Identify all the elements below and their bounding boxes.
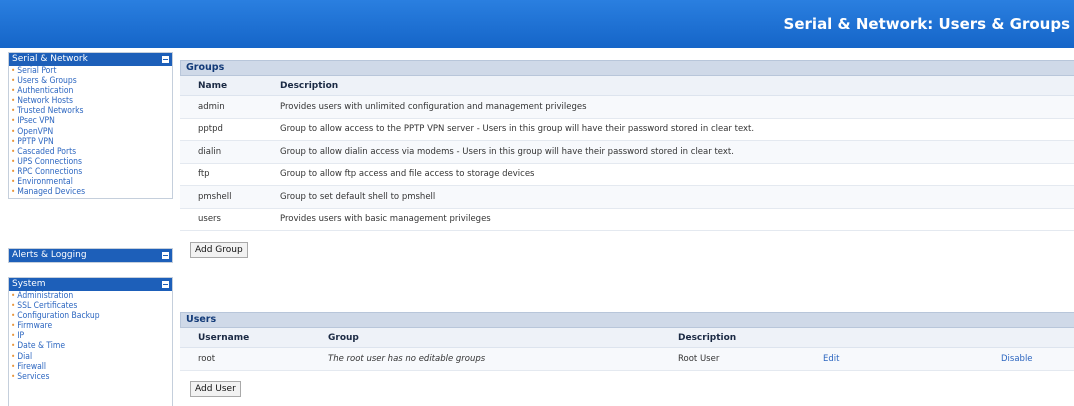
column-header-description: Description [660, 328, 805, 348]
sidebar-item-authentication[interactable]: Authentication [11, 86, 172, 96]
group-description: Provides users with unlimited configurat… [262, 95, 1074, 119]
sidebar-item-date-time[interactable]: Date & Time [11, 341, 172, 351]
sidebar-item-pptp-vpn[interactable]: PPTP VPN [11, 137, 172, 147]
sidebar-item-openvpn[interactable]: OpenVPN [11, 127, 172, 137]
groups-section-title: Groups [180, 60, 1074, 76]
sidebar-item-firmware[interactable]: Firmware [11, 321, 172, 331]
sidebar-item-network-hosts[interactable]: Network Hosts [11, 96, 172, 106]
sidebar-item-cascaded-ports[interactable]: Cascaded Ports [11, 147, 172, 157]
groups-section: Groups Name Description admin Provides u… [180, 60, 1074, 258]
sidebar-item-environmental[interactable]: Environmental [11, 177, 172, 187]
column-header-group: Group [310, 328, 660, 348]
sidebar-alerts-logging-title: Alerts & Logging [12, 250, 87, 260]
group-description: Group to allow ftp access and file acces… [262, 163, 1074, 186]
users-section-title: Users [180, 312, 1074, 328]
sidebar-alerts-logging-panel: Alerts & Logging [8, 248, 173, 263]
sidebar-serial-network-list: Serial Port Users & Groups Authenticatio… [9, 66, 172, 198]
sidebar-item-ipsec-vpn[interactable]: IPsec VPN [11, 116, 172, 126]
add-user-button[interactable]: Add User [190, 380, 241, 397]
table-row: pptpd Group to allow access to the PPTP … [180, 118, 1074, 141]
group-description: Group to allow access to the PPTP VPN se… [262, 118, 1074, 141]
column-header-disable [983, 328, 1074, 348]
collapse-icon[interactable] [162, 281, 169, 288]
sidebar-serial-network-panel: Serial & Network Serial Port Users & Gro… [8, 52, 173, 200]
sidebar-item-firewall[interactable]: Firewall [11, 362, 172, 372]
sidebar-system-panel: System Administration SSL Certificates C… [8, 277, 173, 406]
sidebar-item-trusted-networks[interactable]: Trusted Networks [11, 106, 172, 116]
column-header-description: Description [262, 76, 1074, 96]
expand-icon[interactable] [162, 252, 169, 259]
table-row: dialin Group to allow dialin access via … [180, 140, 1074, 164]
user-username: root [180, 347, 310, 371]
group-description: Group to allow dialin access via modems … [262, 140, 1074, 164]
sidebar-item-dial[interactable]: Dial [11, 352, 172, 362]
users-table: Username Group Description root The root… [180, 328, 1074, 371]
users-section: Users Username Group Description root Th… [180, 312, 1074, 397]
sidebar-item-configuration-backup[interactable]: Configuration Backup [11, 311, 172, 321]
sidebar-serial-network-header[interactable]: Serial & Network [9, 53, 172, 66]
column-header-name: Name [180, 76, 262, 96]
add-group-button[interactable]: Add Group [190, 242, 248, 258]
page-header: Serial & Network: Users & Groups [0, 0, 1074, 48]
sidebar-serial-network-title: Serial & Network [12, 54, 88, 64]
group-name: pmshell [180, 185, 262, 209]
sidebar-item-administration[interactable]: Administration [11, 291, 172, 301]
disable-user-link[interactable]: Disable [1001, 354, 1033, 364]
sidebar-system-title: System [12, 279, 46, 289]
column-header-edit [805, 328, 983, 348]
sidebar-item-ip[interactable]: IP [11, 331, 172, 341]
user-group: The root user has no editable groups [310, 347, 660, 371]
group-name: users [180, 208, 262, 231]
sidebar-item-services[interactable]: Services [11, 372, 172, 382]
column-header-username: Username [180, 328, 310, 348]
group-description: Group to set default shell to pmshell [262, 185, 1074, 209]
sidebar-item-managed-devices[interactable]: Managed Devices [11, 187, 172, 197]
table-row: admin Provides users with unlimited conf… [180, 95, 1074, 119]
sidebar-item-ssl-certificates[interactable]: SSL Certificates [11, 301, 172, 311]
group-name: ftp [180, 163, 262, 186]
groups-table-header: Name Description [180, 76, 1074, 96]
table-row: users Provides users with basic manageme… [180, 208, 1074, 231]
sidebar-system-header[interactable]: System [9, 278, 172, 291]
group-name: pptpd [180, 118, 262, 141]
group-name: admin [180, 95, 262, 119]
table-row: pmshell Group to set default shell to pm… [180, 185, 1074, 209]
users-table-header: Username Group Description [180, 328, 1074, 348]
sidebar-item-rpc-connections[interactable]: RPC Connections [11, 167, 172, 177]
sidebar-item-users-groups[interactable]: Users & Groups [11, 76, 172, 86]
group-name: dialin [180, 140, 262, 164]
sidebar-system-list: Administration SSL Certificates Configur… [9, 291, 172, 383]
user-description: Root User [660, 347, 805, 371]
edit-user-link[interactable]: Edit [823, 354, 839, 364]
sidebar-item-serial-port[interactable]: Serial Port [11, 66, 172, 76]
collapse-icon[interactable] [162, 56, 169, 63]
table-row: root The root user has no editable group… [180, 347, 1074, 371]
table-row: ftp Group to allow ftp access and file a… [180, 163, 1074, 186]
group-description: Provides users with basic management pri… [262, 208, 1074, 231]
sidebar-alerts-logging-header[interactable]: Alerts & Logging [9, 249, 172, 262]
sidebar-item-ups-connections[interactable]: UPS Connections [11, 157, 172, 167]
groups-table: Name Description admin Provides users wi… [180, 76, 1074, 231]
page-title: Serial & Network: Users & Groups [783, 15, 1070, 33]
